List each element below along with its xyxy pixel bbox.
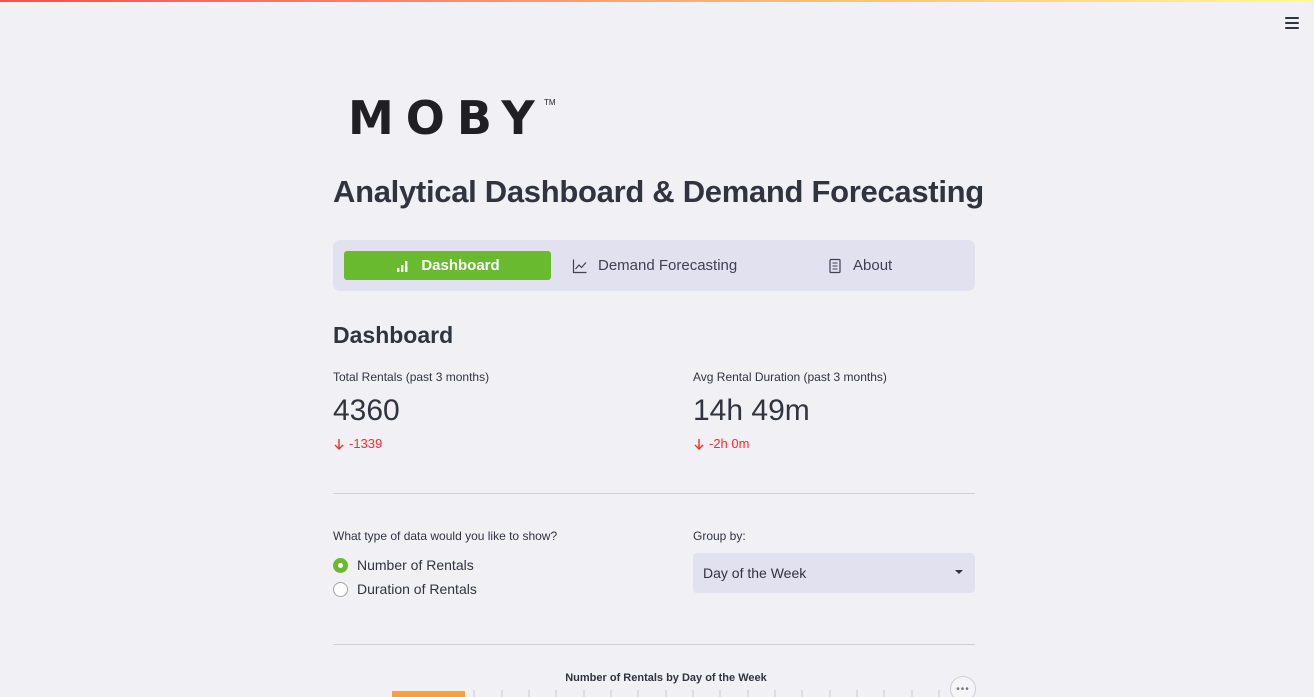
radio-selected-icon[interactable] — [333, 557, 348, 573]
chart-bar — [392, 691, 465, 697]
tab-about[interactable]: About — [818, 251, 908, 280]
metric-label: Avg Rental Duration (past 3 months) — [693, 370, 887, 384]
radio-label: Number of Rentals — [357, 557, 474, 573]
document-icon — [827, 258, 843, 274]
metric-value: 14h 49m — [693, 394, 810, 427]
chart-area: Number of Rentals by Day of the Week — [333, 660, 975, 697]
arrow-down-icon — [693, 438, 705, 450]
data-type-label: What type of data would you like to show… — [333, 529, 558, 543]
page-title: Analytical Dashboard & Demand Forecastin… — [333, 174, 984, 209]
metric-delta: -1339 — [333, 435, 489, 453]
trademark-mark: TM — [544, 98, 556, 107]
section-title: Dashboard — [333, 322, 454, 348]
metric-label: Total Rentals (past 3 months) — [333, 370, 490, 384]
bar-chart-icon — [395, 258, 411, 274]
radio-unselected-icon[interactable] — [333, 581, 348, 597]
top-decoration-stripe — [0, 0, 1314, 2]
chart-svg — [392, 690, 940, 697]
arrow-down-icon — [333, 438, 345, 450]
delta-value: -2h 0m — [709, 436, 750, 451]
chart-options-icon[interactable]: ••• — [950, 676, 976, 697]
divider — [333, 644, 975, 645]
radio-number-of-rentals[interactable]: Number of Rentals — [333, 557, 474, 573]
metric-value: 4360 — [333, 394, 400, 427]
metric-total-rentals: Total Rentals (past 3 months) 4360 -1339 — [333, 369, 489, 453]
metric-avg-duration: Avg Rental Duration (past 3 months) 14h … — [693, 369, 887, 453]
tab-label: Dashboard — [421, 257, 500, 274]
group-by-label: Group by: — [693, 529, 746, 543]
select-value: Day of the Week — [703, 565, 807, 581]
hamburger-menu-icon[interactable] — [1280, 12, 1304, 34]
brand-logo: MOBY — [348, 91, 547, 145]
delta-value: -1339 — [349, 436, 383, 451]
nav-bar: Dashboard Demand Forecasting About — [333, 240, 975, 291]
chevron-down-icon — [955, 570, 963, 574]
line-chart-icon — [572, 258, 588, 274]
tab-demand-forecasting[interactable]: Demand Forecasting — [563, 251, 763, 280]
metric-delta: -2h 0m — [693, 435, 887, 453]
group-by-select[interactable]: Day of the Week — [693, 553, 975, 593]
tab-label: About — [853, 257, 893, 274]
tab-label: Demand Forecasting — [598, 257, 738, 274]
divider — [333, 493, 975, 494]
tab-dashboard[interactable]: Dashboard — [344, 251, 551, 280]
radio-duration-of-rentals[interactable]: Duration of Rentals — [333, 581, 477, 597]
radio-label: Duration of Rentals — [357, 581, 477, 597]
